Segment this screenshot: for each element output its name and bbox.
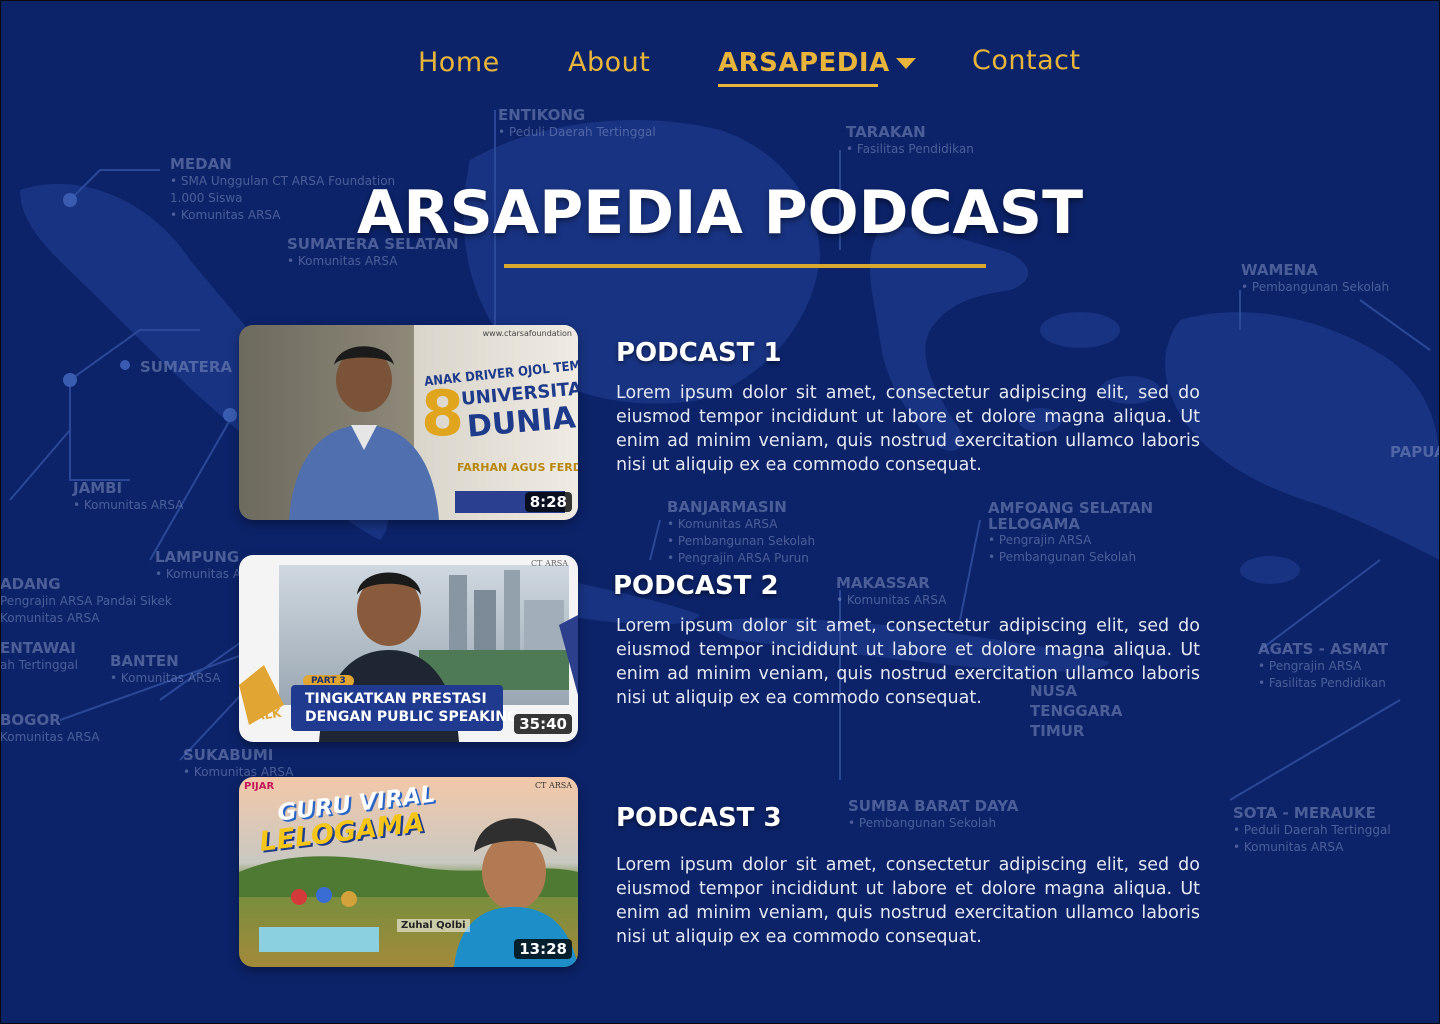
map-label: BANJARMASIN • Komunitas ARSA • Pembangun… [667,498,816,565]
thumb-pijar-logo: PIJAR [244,781,275,792]
duration-badge: 13:28 [514,939,572,959]
nav-active-underline [718,84,878,87]
main-nav: Home About ARSAPEDIA Contact [0,42,1440,92]
thumb-logo-text: CT ARSA [530,559,568,568]
map-label: SUMATERA [140,358,232,376]
nav-arsapedia[interactable]: ARSAPEDIA [718,48,890,78]
map-label: JAMBI • Komunitas ARSA [73,479,184,512]
thumb-caption-small: www.ctarsafoundation [482,329,572,338]
map-label: TARAKAN • Fasilitas Pendidikan [846,123,974,156]
title-underline [504,264,986,268]
nav-contact[interactable]: Contact [972,45,1081,76]
map-label: ENTIKONG • Peduli Daerah Tertinggal [498,106,656,139]
nav-home[interactable]: Home [418,47,500,78]
map-label: ADANG Pengrajin ARSA Pandai Sikek Komuni… [0,575,172,625]
podcast-2-description: Lorem ipsum dolor sit amet, consectetur … [616,616,1200,708]
page-title: ARSAPEDIA PODCAST [356,178,1084,248]
map-label: WAMENA • Pembangunan Sekolah [1241,261,1390,294]
podcast-2-thumbnail[interactable]: CT ARSA PART 3 TINGKATKAN PRESTASI DENGA… [239,555,578,742]
podcast-1-description: Lorem ipsum dolor sit amet, consectetur … [616,383,1200,475]
map-label: PAPUA [1390,443,1440,461]
map-label: SUKABUMI • Komunitas ARSA [183,746,294,779]
duration-badge: 35:40 [514,714,572,734]
map-label: SOTA - MERAUKE • Peduli Daerah Tertingga… [1233,804,1391,854]
map-label: BOGOR Komunitas ARSA [0,711,100,744]
map-label: ENTAWAI ah Tertinggal [0,639,78,672]
caret-down-icon[interactable] [896,58,916,69]
podcast-1-thumbnail[interactable]: www.ctarsafoundation ANAK DRIVER OJOL TE… [239,325,578,520]
thumb-name: FARHAN AGUS FERDIANSYAH [457,461,578,474]
map-label: BANTEN • Komunitas ARSA [110,652,221,685]
map-label: AGATS - ASMAT • Pengrajin ARSA • Fasilit… [1258,640,1389,690]
thumb-headline-2: DENGAN PUBLIC SPEAKING [305,709,519,725]
podcast-3-title[interactable]: PODCAST 3 [616,803,782,833]
duration-badge: 8:28 [524,492,572,512]
thumb-logo-text: CT ARSA [534,781,572,790]
thumb-name: Zuhal Qolbi [397,919,470,932]
map-label: SUMBA BARAT DAYA • Pembangunan Sekolah [848,797,1019,830]
nav-about[interactable]: About [568,47,650,78]
podcast-1-title[interactable]: PODCAST 1 [616,338,782,368]
podcast-3-thumbnail[interactable]: PIJAR CT ARSA GURU VIRAL LELOGAMA Zuhal … [239,777,578,967]
map-label: AMFOANG SELATAN LELOGAMA • Pengrajin ARS… [988,499,1154,564]
thumb-headline-1: TINGKATKAN PRESTASI [305,691,487,707]
podcast-3-description: Lorem ipsum dolor sit amet, consectetur … [616,855,1200,947]
podcast-2-title[interactable]: PODCAST 2 [613,571,779,601]
thumb-arsatalk-logo: ARSA TALK [245,693,284,725]
thumb-number: 8 [421,377,465,450]
map-label: MAKASSAR • Komunitas ARSA [836,574,947,607]
